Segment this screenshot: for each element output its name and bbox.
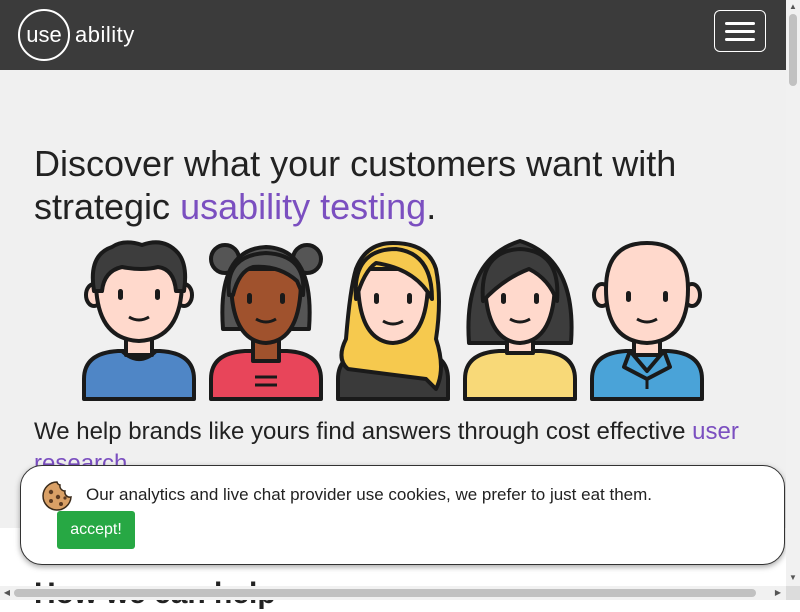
scroll-up-icon[interactable]: ▲ [786, 0, 800, 14]
cookie-message: Our analytics and live chat provider use… [86, 485, 652, 504]
subtext-text: We help brands like yours find answers t… [34, 418, 693, 445]
hero-headline: Discover what your customers want with s… [34, 142, 734, 228]
hamburger-icon [725, 21, 755, 25]
avatar-group [82, 239, 704, 403]
bald-man-avatar [590, 241, 704, 401]
scroll-down-icon[interactable]: ▼ [786, 571, 800, 585]
woman-blonde-avatar [336, 241, 450, 401]
accept-cookies-button[interactable]: accept! [57, 511, 135, 549]
vertical-scrollbar-thumb[interactable] [789, 14, 797, 86]
hamburger-icon-bar [725, 37, 755, 41]
site-logo[interactable]: use ability [18, 7, 135, 63]
menu-toggle-button[interactable] [714, 10, 766, 52]
top-navbar: use ability [0, 0, 786, 70]
vertical-scrollbar[interactable] [786, 0, 800, 586]
logo-text-ability: ability [75, 22, 135, 47]
man-dark-hair-avatar [82, 240, 196, 401]
horizontal-scrollbar-thumb[interactable] [14, 589, 756, 597]
hamburger-icon-bar [725, 29, 755, 33]
scroll-right-icon[interactable]: ▶ [771, 586, 785, 600]
logo-circle: use [18, 9, 70, 61]
woman-buns-avatar [209, 243, 323, 401]
headline-period: . [426, 186, 437, 227]
hero-section: Discover what your customers want with s… [0, 70, 786, 528]
logo-text-use: use [26, 22, 62, 47]
scroll-left-icon[interactable]: ◀ [0, 586, 14, 600]
cookie-banner: Our analytics and live chat provider use… [20, 465, 785, 565]
woman-black-hair-avatar [463, 239, 577, 401]
usability-testing-link[interactable]: usability testing [180, 186, 426, 227]
scrollbar-corner [786, 586, 800, 600]
cookie-icon [42, 481, 72, 511]
